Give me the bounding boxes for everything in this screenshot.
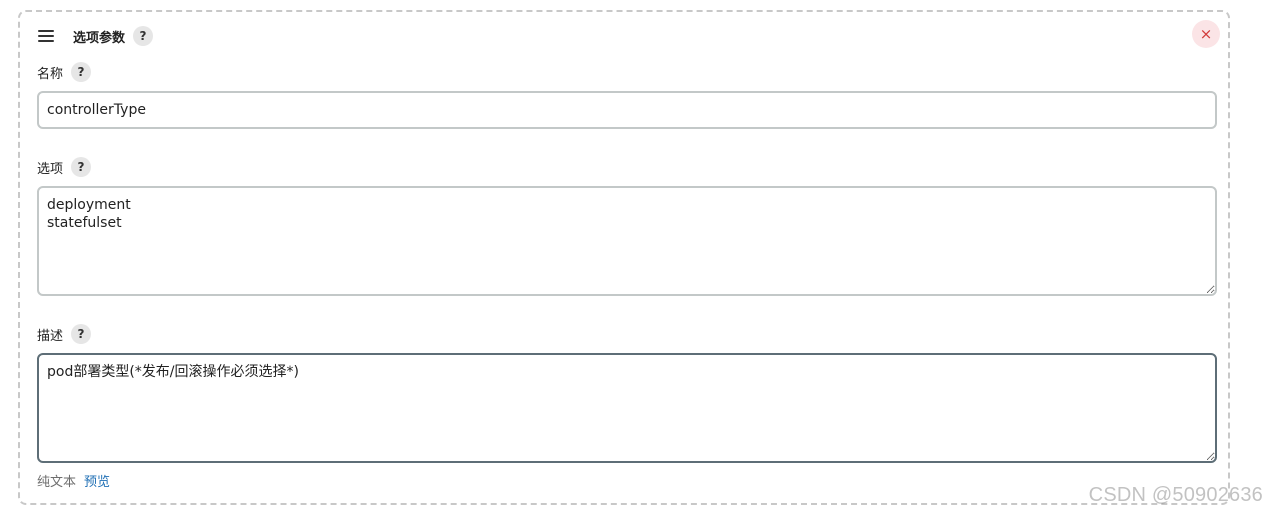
close-icon[interactable]: × <box>1192 20 1220 48</box>
name-help-icon[interactable]: ? <box>71 62 92 82</box>
choices-label-row: 选项 ? <box>37 157 92 177</box>
description-textarea[interactable]: pod部署类型(*发布/回滚操作必须选择*) <box>37 353 1217 463</box>
description-label: 描述 <box>37 328 64 344</box>
card-header: 选项参数 ? <box>38 24 154 48</box>
section-title: 选项参数 <box>73 30 126 46</box>
choice-parameter-card: 选项参数 ? × 名称 ? 选项 ? deployment statefulse… <box>18 10 1230 505</box>
name-label-row: 名称 ? <box>37 62 92 82</box>
choices-textarea[interactable]: deployment statefulset <box>37 186 1217 296</box>
choices-label: 选项 <box>37 161 64 177</box>
name-label: 名称 <box>37 66 64 82</box>
choices-help-icon[interactable]: ? <box>71 157 92 177</box>
name-input[interactable] <box>37 91 1217 129</box>
preview-link[interactable]: 预览 <box>84 471 110 490</box>
section-help-icon[interactable]: ? <box>133 26 154 46</box>
plain-text-label: 纯文本 <box>37 475 77 490</box>
description-help-icon[interactable]: ? <box>71 324 92 344</box>
drag-handle-icon[interactable] <box>38 30 54 42</box>
description-label-row: 描述 ? <box>37 324 92 344</box>
watermark: CSDN @50902636 <box>1088 484 1263 506</box>
footer-links: 纯文本 预览 <box>37 471 110 490</box>
